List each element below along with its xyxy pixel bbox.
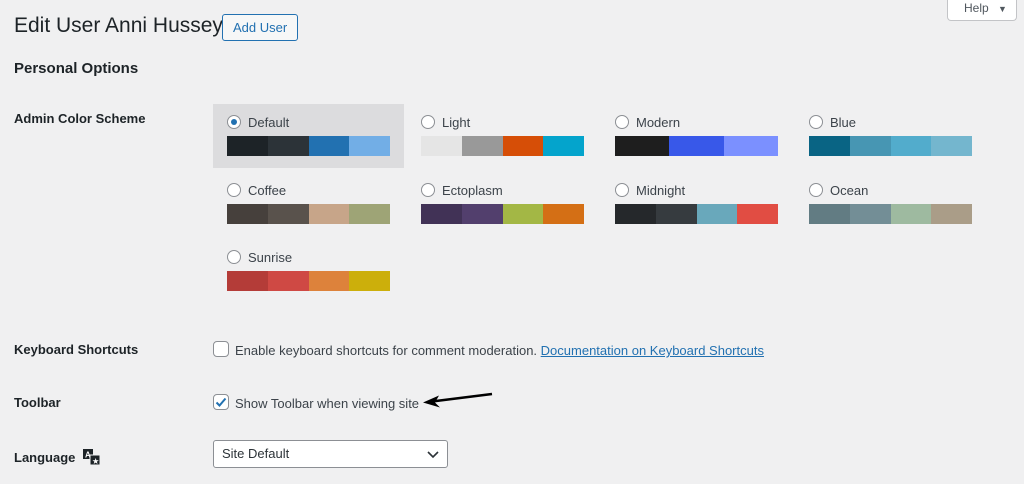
color-swatch — [308, 204, 350, 224]
section-title: Personal Options — [14, 60, 139, 77]
language-label-text: Language — [14, 450, 76, 465]
color-swatch — [502, 204, 544, 224]
color-scheme-option-blue[interactable]: Blue — [795, 104, 986, 168]
help-label: Help — [964, 1, 989, 15]
color-swatch — [849, 136, 891, 156]
color-scheme-option-ectoplasm[interactable]: Ectoplasm — [407, 172, 598, 236]
page-title: Edit User Anni Hussey — [14, 14, 223, 37]
color-swatches — [227, 271, 390, 291]
color-scheme-name: Default — [248, 115, 290, 130]
help-tab-button[interactable]: Help ▼ — [947, 0, 1017, 21]
svg-text:★: ★ — [93, 458, 100, 466]
color-swatch — [809, 136, 850, 156]
color-scheme-radio[interactable] — [809, 183, 823, 197]
color-swatch — [615, 136, 670, 156]
color-swatch — [461, 204, 503, 224]
color-swatch — [543, 136, 584, 156]
color-scheme-option-coffee[interactable]: Coffee — [213, 172, 404, 236]
color-scheme-name: Sunrise — [248, 250, 293, 265]
color-scheme-name: Ocean — [830, 183, 869, 198]
color-scheme-radio[interactable] — [227, 115, 241, 129]
color-scheme-name: Ectoplasm — [442, 183, 503, 198]
color-scheme-option-midnight[interactable]: Midnight — [601, 172, 792, 236]
color-swatch — [267, 271, 309, 291]
caret-down-icon: ▼ — [998, 4, 1007, 14]
color-scheme-radio[interactable] — [421, 183, 435, 197]
color-scheme-option-sunrise[interactable]: Sunrise — [213, 239, 404, 303]
color-swatches — [421, 136, 584, 156]
show-toolbar-checkbox[interactable] — [213, 394, 229, 410]
color-swatch — [615, 204, 656, 224]
keyboard-shortcuts-checkbox[interactable] — [213, 341, 229, 357]
admin-color-scheme-label: Admin Color Scheme — [14, 111, 146, 126]
color-swatch — [737, 204, 778, 224]
keyboard-shortcuts-label: Keyboard Shortcuts — [14, 342, 139, 357]
color-swatch — [308, 271, 350, 291]
color-swatch — [349, 136, 390, 156]
color-swatch — [227, 136, 268, 156]
color-swatch — [723, 136, 778, 156]
color-scheme-name: Light — [442, 115, 471, 130]
color-swatch — [421, 204, 462, 224]
color-swatch — [227, 271, 268, 291]
language-label: Language A ★ — [14, 449, 101, 466]
toolbar-label: Toolbar — [14, 395, 61, 410]
keyboard-shortcuts-doc-link[interactable]: Documentation on Keyboard Shortcuts — [541, 343, 764, 358]
color-swatches — [809, 204, 972, 224]
annotation-arrow-icon — [423, 392, 493, 408]
color-swatches — [227, 136, 390, 156]
language-select-value: Site Default — [222, 446, 290, 461]
color-swatch — [349, 204, 390, 224]
color-swatches — [615, 136, 778, 156]
color-scheme-name: Modern — [636, 115, 681, 130]
color-swatch — [809, 204, 850, 224]
color-swatch — [931, 204, 972, 224]
color-swatch — [669, 136, 724, 156]
color-swatches — [421, 204, 584, 224]
language-select[interactable]: Site Default — [213, 440, 448, 468]
color-scheme-radio[interactable] — [809, 115, 823, 129]
color-scheme-radio[interactable] — [615, 183, 629, 197]
color-scheme-option-default[interactable]: Default — [213, 104, 404, 168]
add-user-button[interactable]: Add User — [222, 14, 299, 41]
color-swatch — [890, 204, 932, 224]
color-swatch — [696, 204, 738, 224]
show-toolbar-text: Show Toolbar when viewing site — [235, 396, 420, 411]
color-scheme-name: Blue — [830, 115, 857, 130]
translation-icon: A★ — [83, 449, 101, 466]
keyboard-shortcuts-text: Enable keyboard shortcuts for comment mo… — [235, 343, 764, 358]
chevron-down-icon — [427, 451, 439, 459]
color-scheme-radio[interactable] — [615, 115, 629, 129]
color-swatch — [227, 204, 268, 224]
color-scheme-radio[interactable] — [227, 183, 241, 197]
color-swatch — [421, 136, 462, 156]
color-scheme-radio[interactable] — [227, 250, 241, 264]
color-scheme-radio[interactable] — [421, 115, 435, 129]
color-swatch — [267, 136, 309, 156]
keyboard-shortcuts-description: Enable keyboard shortcuts for comment mo… — [235, 343, 538, 358]
color-swatch — [655, 204, 697, 224]
svg-text:A: A — [85, 451, 91, 460]
color-swatch — [543, 204, 584, 224]
checkmark-icon — [215, 397, 227, 407]
color-swatches — [809, 136, 972, 156]
color-swatches — [615, 204, 778, 224]
color-scheme-option-light[interactable]: Light — [407, 104, 598, 168]
color-scheme-name: Midnight — [636, 183, 686, 198]
color-scheme-option-ocean[interactable]: Ocean — [795, 172, 986, 236]
color-swatches — [227, 204, 390, 224]
color-swatch — [502, 136, 544, 156]
color-swatch — [931, 136, 972, 156]
color-swatch — [849, 204, 891, 224]
color-swatch — [461, 136, 503, 156]
color-scheme-option-modern[interactable]: Modern — [601, 104, 792, 168]
color-scheme-name: Coffee — [248, 183, 287, 198]
color-swatch — [890, 136, 932, 156]
color-swatch — [308, 136, 350, 156]
color-swatch — [267, 204, 309, 224]
color-swatch — [349, 271, 390, 291]
